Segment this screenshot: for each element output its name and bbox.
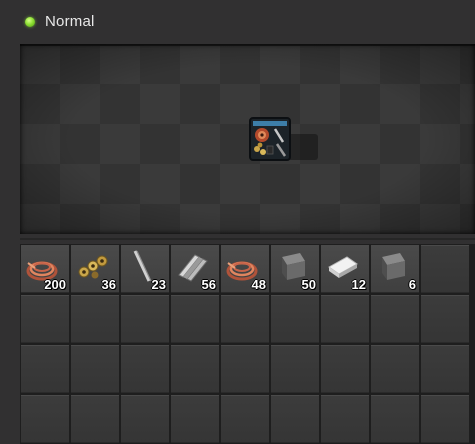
inventory-slot-empty[interactable] xyxy=(21,345,69,393)
inventory-slot-empty[interactable] xyxy=(171,345,219,393)
inventory-grid: 200 36 23 56 48 50 12 6 xyxy=(20,244,475,444)
inventory-slot-empty[interactable] xyxy=(371,295,419,343)
status-indicator-icon xyxy=(25,17,35,27)
inventory-slot-empty[interactable] xyxy=(321,395,369,443)
inventory-slot-empty[interactable] xyxy=(421,395,469,443)
inventory-slot-empty[interactable] xyxy=(121,345,169,393)
assembling-machine-icon[interactable] xyxy=(248,116,292,162)
item-count: 200 xyxy=(44,277,66,292)
inventory-slot-empty[interactable] xyxy=(171,295,219,343)
inventory-slot-empty[interactable] xyxy=(221,395,269,443)
inventory-slot-empty[interactable] xyxy=(221,295,269,343)
inventory-slot-copper-cable[interactable]: 48 xyxy=(221,245,269,293)
item-count: 50 xyxy=(301,277,316,292)
inventory-slot-empty[interactable] xyxy=(421,295,469,343)
item-count: 12 xyxy=(351,277,366,292)
inventory-slot-copper-cable[interactable]: 200 xyxy=(21,245,69,293)
inventory-slot-plastic-bar[interactable]: 12 xyxy=(321,245,369,293)
inventory-slot-empty[interactable] xyxy=(421,345,469,393)
inventory-slot-empty[interactable] xyxy=(221,345,269,393)
divider xyxy=(20,238,475,240)
inventory-slot-empty[interactable] xyxy=(171,395,219,443)
inventory-slot-empty[interactable] xyxy=(71,395,119,443)
entity-preview xyxy=(20,44,475,234)
window-header: Normal xyxy=(0,0,475,42)
inventory-slot-empty[interactable] xyxy=(271,345,319,393)
status-label: Normal xyxy=(45,13,95,30)
inventory-slot-electronic-circuit[interactable]: 36 xyxy=(71,245,119,293)
inventory-slot-empty[interactable] xyxy=(321,295,369,343)
inventory-slot-empty[interactable] xyxy=(371,345,419,393)
inventory-slot-empty[interactable] xyxy=(71,295,119,343)
stone-block-icon xyxy=(382,253,405,280)
item-count: 36 xyxy=(101,277,116,292)
inventory-slot-empty[interactable] xyxy=(21,295,69,343)
item-count: 56 xyxy=(201,277,216,292)
inventory-slot-empty[interactable] xyxy=(271,395,319,443)
item-count: 23 xyxy=(151,277,166,292)
inventory-slot-empty[interactable] xyxy=(121,395,169,443)
inventory-slot-empty[interactable] xyxy=(421,245,469,293)
item-count: 6 xyxy=(408,277,416,292)
inventory-slot-steel-beam[interactable]: 56 xyxy=(171,245,219,293)
inventory-slot-empty[interactable] xyxy=(371,395,419,443)
inventory-slot-empty[interactable] xyxy=(121,295,169,343)
inventory-slot-iron-stick[interactable]: 23 xyxy=(121,245,169,293)
inventory-slot-empty[interactable] xyxy=(71,345,119,393)
item-count: 48 xyxy=(251,277,266,292)
machine-window: Normal 200 36 23 56 48 50 12 6 xyxy=(0,0,475,444)
inventory-slot-stone-block[interactable]: 6 xyxy=(371,245,419,293)
inventory-slot-empty[interactable] xyxy=(271,295,319,343)
inventory-slot-stone-block[interactable]: 50 xyxy=(271,245,319,293)
inventory-slot-empty[interactable] xyxy=(321,345,369,393)
inventory-slot-empty[interactable] xyxy=(21,395,69,443)
